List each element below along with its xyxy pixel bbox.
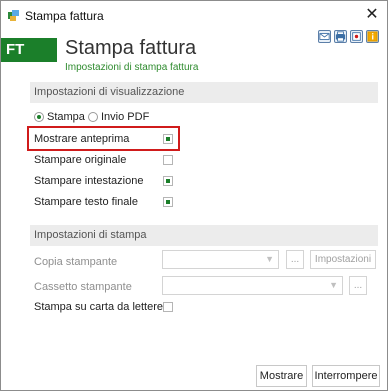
print-original-checkbox[interactable] <box>163 155 173 165</box>
show-preview-checkbox[interactable] <box>163 134 173 144</box>
print-original-label: Stampare originale <box>34 154 127 166</box>
window-title: Stampa fattura <box>25 9 104 23</box>
letterhead-checkbox[interactable] <box>163 302 173 312</box>
title-bar: Stampa fattura ✕ <box>1 1 387 31</box>
display-settings-header: Impostazioni di visualizzazione <box>30 82 378 103</box>
record-icon[interactable] <box>350 30 363 43</box>
app-icon <box>7 9 20 22</box>
close-icon: ✕ <box>365 6 379 23</box>
print-header-checkbox[interactable] <box>163 176 173 186</box>
show-button[interactable]: Mostrare <box>256 365 307 387</box>
document-type-badge: FT <box>1 38 57 62</box>
printer-tray-select[interactable]: ▼ <box>162 276 343 295</box>
send-pdf-radio-label[interactable]: Invio PDF <box>101 111 149 123</box>
print-invoice-dialog: Stampa fattura ✕ FT Stampa fattura Impos… <box>0 0 388 391</box>
print-radio-label[interactable]: Stampa <box>47 111 85 123</box>
email-icon[interactable] <box>318 30 331 43</box>
info-icon[interactable] <box>366 30 379 43</box>
toolbar-icons <box>318 30 379 43</box>
printer-copy-select[interactable]: ▼ <box>162 250 279 269</box>
print-header-label: Stampare intestazione <box>34 175 144 187</box>
cancel-button[interactable]: Interrompere <box>312 365 380 387</box>
print-settings-header: Impostazioni di stampa <box>30 225 378 246</box>
send-pdf-radio[interactable] <box>88 112 98 122</box>
page-subtitle: Impostazioni di stampa fattura <box>65 62 199 73</box>
chevron-down-icon: ▼ <box>265 254 274 264</box>
print-final-text-label: Stampare testo finale <box>34 196 138 208</box>
page-title: Stampa fattura <box>65 37 197 59</box>
chevron-down-icon: ▼ <box>329 280 338 290</box>
printer-settings-button[interactable]: Impostazioni <box>310 250 376 269</box>
printer-tray-browse-button[interactable]: ... <box>349 276 367 295</box>
printer-copy-browse-button[interactable]: ... <box>286 250 304 269</box>
printer-tray-label: Cassetto stampante <box>34 281 132 293</box>
print-final-text-checkbox[interactable] <box>163 197 173 207</box>
show-preview-label: Mostrare anteprima <box>34 133 130 145</box>
print-icon[interactable] <box>334 30 347 43</box>
close-button[interactable]: ✕ <box>363 6 381 24</box>
letterhead-label: Stampa su carta da lettere <box>34 301 164 313</box>
print-radio[interactable] <box>34 112 44 122</box>
printer-copy-label: Copia stampante <box>34 256 118 268</box>
